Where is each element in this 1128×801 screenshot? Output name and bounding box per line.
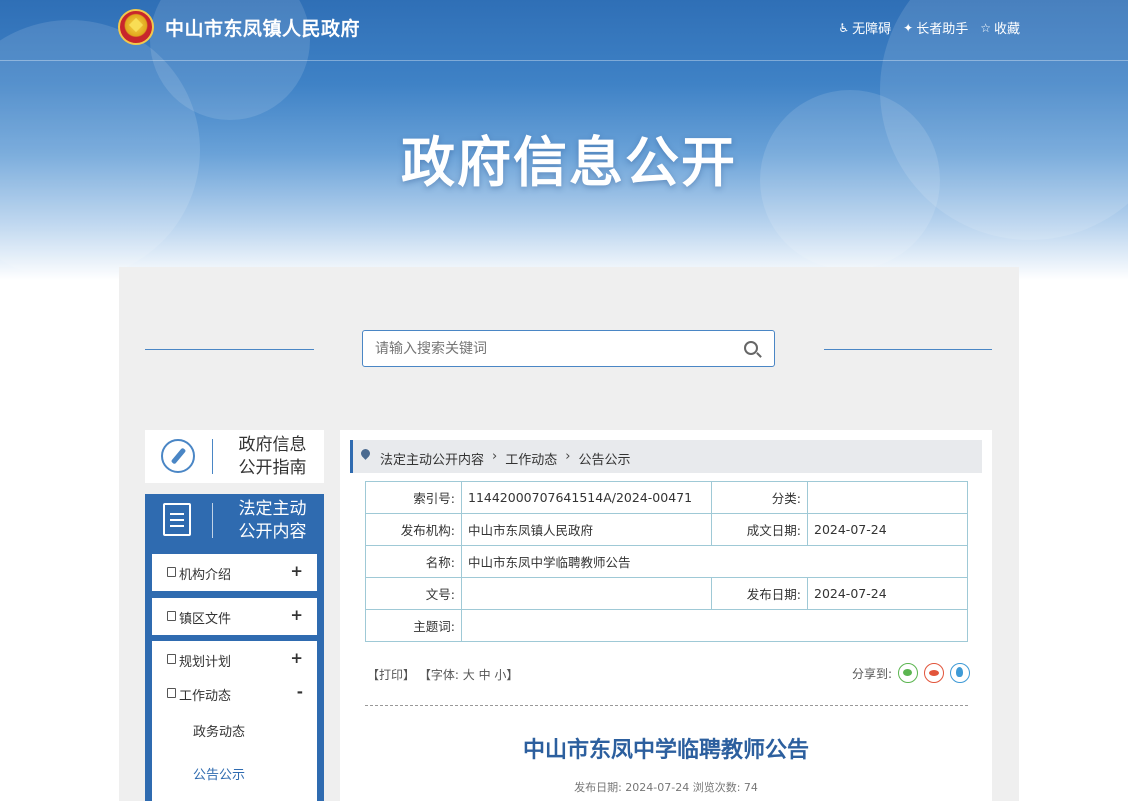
expand-icon[interactable]: +: [290, 562, 303, 580]
font-large-button[interactable]: 大: [463, 668, 475, 682]
breadcrumb-item[interactable]: 工作动态: [505, 449, 557, 468]
elderly-helper-icon: ✦: [903, 20, 914, 35]
sidebar-guide-line1: 政府信息: [238, 435, 307, 455]
print-button[interactable]: 【打印】: [367, 668, 415, 682]
folder-icon: [167, 654, 176, 664]
accessibility-label: 无障碍: [852, 22, 892, 37]
search-right-line: [824, 349, 992, 350]
sidebar-guide[interactable]: 政府信息 公开指南: [145, 430, 324, 483]
sidebar-guide-line2: 公开指南: [238, 458, 307, 478]
article-meta: 发布日期: 2024-07-24 浏览次数: 74: [574, 781, 758, 794]
expand-icon[interactable]: +: [290, 606, 303, 624]
header-tools: ♿ 无障碍 ✦ 长者助手 ☆ 收藏: [838, 18, 1020, 38]
banner-title: 政府信息公开: [401, 131, 737, 194]
meta-value: 11442000707641514A/2024-00471: [461, 481, 712, 514]
sidebar-item-institution[interactable]: 机构介绍 +: [152, 554, 317, 591]
meta-label: 发布日期:: [711, 577, 808, 610]
sidebar-item-label: 机构介绍: [179, 568, 232, 583]
font-small-button[interactable]: 小】: [494, 668, 518, 682]
font-size-label: 【字体:: [418, 668, 459, 682]
share-bar: 分享到:: [852, 663, 970, 683]
star-icon: ☆: [980, 20, 991, 35]
breadcrumb: 法定主动公开内容 › 工作动态 › 公告公示: [350, 440, 982, 473]
sidebar-subitem-announcements[interactable]: 公告公示: [193, 764, 245, 783]
breadcrumb-item[interactable]: 法定主动公开内容: [380, 449, 484, 468]
accessibility-icon: ♿: [838, 20, 850, 35]
meta-value: 2024-07-24: [807, 577, 968, 610]
folder-icon: [167, 567, 176, 577]
collapse-icon[interactable]: -: [297, 683, 303, 701]
meta-value: 2024-07-24: [807, 513, 968, 546]
document-meta-table: 索引号: 11442000707641514A/2024-00471 分类: 发…: [365, 481, 968, 642]
meta-value: [461, 609, 968, 642]
sidebar-item-documents[interactable]: 镇区文件 +: [152, 598, 317, 635]
chevron-right-icon: ›: [565, 449, 571, 464]
favorite-button[interactable]: ☆ 收藏: [980, 18, 1020, 38]
folder-icon: [167, 611, 176, 621]
favorite-label: 收藏: [993, 22, 1020, 37]
sidebar-legal-line1: 法定主动: [238, 499, 307, 519]
sidebar-legal-line2: 公开内容: [238, 522, 307, 542]
document-icon: [163, 503, 191, 536]
meta-label: 主题词:: [365, 609, 462, 642]
header-banner: 中山市东凤镇人民政府 ♿ 无障碍 ✦ 长者助手 ☆ 收藏 政府信息公开: [0, 0, 1128, 280]
header-divider: [0, 60, 1128, 61]
meta-label: 分类:: [711, 481, 808, 514]
main-container: 政府信息 公开指南 法定主动 公开内容 机构介绍 + 镇区文件 + 规划计划 +: [119, 267, 1019, 801]
sidebar-item-label: 镇区文件: [179, 612, 232, 627]
national-emblem-icon: [118, 9, 154, 45]
site-title[interactable]: 中山市东凤镇人民政府: [165, 14, 360, 41]
accessibility-button[interactable]: ♿ 无障碍: [838, 18, 892, 38]
weibo-share-icon[interactable]: [924, 663, 944, 683]
sidebar-divider: [212, 439, 213, 474]
sidebar-item-work-news[interactable]: 工作动态 -: [152, 675, 317, 712]
elderly-helper-button[interactable]: ✦ 长者助手: [903, 18, 969, 38]
sidebar-item-plans[interactable]: 规划计划 +: [152, 641, 317, 678]
font-medium-button[interactable]: 中: [479, 668, 491, 682]
sidebar-item-label: 规划计划: [179, 655, 232, 670]
search-input[interactable]: [363, 331, 723, 366]
meta-value: [807, 481, 968, 514]
sidebar-legal-label: 法定主动 公开内容: [225, 498, 320, 544]
breadcrumb-item[interactable]: 公告公示: [578, 449, 630, 468]
location-pin-icon: [359, 447, 372, 460]
meta-value: 中山市东凤镇人民政府: [461, 513, 712, 546]
meta-value: 中山市东凤中学临聘教师公告: [461, 545, 968, 578]
expand-icon[interactable]: +: [290, 649, 303, 667]
meta-label: 发布机构:: [365, 513, 462, 546]
sidebar-guide-label: 政府信息 公开指南: [225, 434, 320, 480]
meta-label: 索引号:: [365, 481, 462, 514]
content-panel: 法定主动公开内容 › 工作动态 › 公告公示 索引号: 114420007076…: [340, 430, 992, 801]
qq-share-icon[interactable]: [950, 663, 970, 683]
wechat-share-icon[interactable]: [898, 663, 918, 683]
article-title: 中山市东凤中学临聘教师公告: [522, 738, 809, 763]
search-box: [362, 330, 775, 367]
compass-icon: [161, 439, 195, 473]
sidebar-item-label: 工作动态: [179, 689, 232, 704]
sidebar-menu: 机构介绍 + 镇区文件 + 规划计划 + 工作动态 - 政务动态 公告公示: [145, 546, 324, 801]
elderly-helper-label: 长者助手: [916, 22, 969, 37]
meta-label: 文号:: [365, 577, 462, 610]
sidebar-subitem-government-news[interactable]: 政务动态: [193, 721, 245, 740]
folder-icon: [167, 688, 176, 698]
meta-value: [461, 577, 712, 610]
share-label: 分享到:: [851, 666, 892, 681]
search-icon[interactable]: [744, 341, 758, 355]
chevron-right-icon: ›: [492, 449, 498, 464]
meta-label: 成文日期:: [711, 513, 808, 546]
meta-label: 名称:: [365, 545, 462, 578]
article-tools: 【打印】 【字体: 大 中 小】: [367, 666, 518, 683]
search-left-line: [145, 349, 314, 350]
sidebar-divider: [212, 503, 213, 538]
sidebar-legal-content[interactable]: 法定主动 公开内容: [145, 494, 324, 546]
sidebar-item-work-news-group: 工作动态 - 政务动态 公告公示: [152, 675, 317, 801]
content-divider: [365, 705, 968, 706]
